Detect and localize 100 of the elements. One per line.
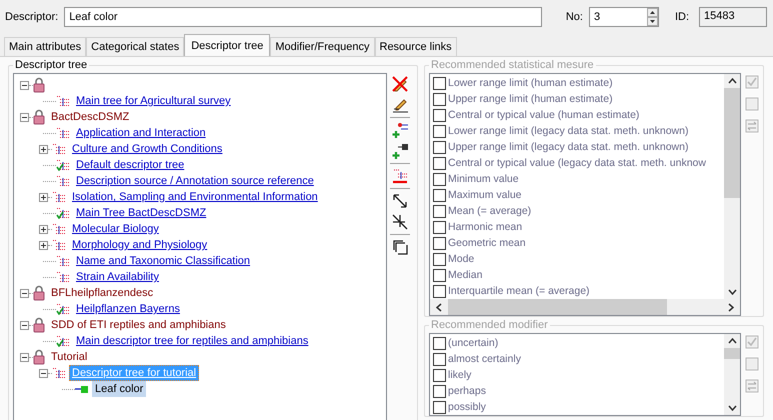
scroll-thumb[interactable] <box>724 348 740 359</box>
collapse-toggle[interactable] <box>39 368 48 378</box>
tab[interactable]: Modifier/Frequency <box>270 37 374 56</box>
tree-node[interactable]: Main Tree BactDescDSMZ <box>73 205 210 221</box>
collapse-toggle[interactable] <box>20 288 29 298</box>
checkbox[interactable] <box>433 352 446 366</box>
check-all-button[interactable] <box>745 75 759 89</box>
check-all-button[interactable] <box>745 335 759 349</box>
tree-node[interactable]: BFLheilpflanzendesc <box>48 285 156 301</box>
descriptor-input[interactable]: Leaf color <box>64 7 542 27</box>
copy-icon[interactable] <box>391 238 409 256</box>
tree-node[interactable]: Molecular Biology <box>69 221 162 237</box>
tab[interactable]: Categorical states <box>86 37 184 56</box>
group-title: Descriptor tree <box>14 59 88 71</box>
checkbox[interactable] <box>433 220 446 234</box>
scroll-up-icon[interactable] <box>728 338 736 344</box>
group-title: Recommended statistical mesure <box>430 59 595 71</box>
checkbox[interactable] <box>433 124 446 138</box>
tree-node[interactable]: Culture and Growth Conditions <box>69 141 226 157</box>
remove-tree-icon[interactable] <box>391 167 409 185</box>
checkbox[interactable] <box>433 400 446 414</box>
checkbox-label: Interquartile mean (= average) <box>448 285 590 297</box>
tree-node[interactable]: Leaf color <box>92 381 146 397</box>
checkbox[interactable] <box>433 204 446 218</box>
tree-node[interactable]: Description source / Annotation source reference <box>73 173 317 189</box>
tab[interactable]: Resource links <box>374 37 457 56</box>
checkbox-label: possibly <box>448 401 486 413</box>
expand-icon[interactable] <box>391 192 409 210</box>
padlock-icon <box>33 109 45 125</box>
expand-toggle[interactable] <box>39 240 48 250</box>
add-child-icon[interactable] <box>391 121 409 139</box>
checkbox-label: (uncertain) <box>448 337 498 349</box>
uncheck-all-button[interactable] <box>745 97 759 111</box>
padlock-icon <box>33 77 45 93</box>
tree-node[interactable]: SDD of ETI reptiles and amphibians <box>48 317 229 333</box>
expand-toggle[interactable] <box>39 192 48 202</box>
tab[interactable]: Main attributes <box>4 37 86 56</box>
number-spinner[interactable]: 3 <box>588 7 659 27</box>
collapse-toggle[interactable] <box>20 112 29 122</box>
checkbox[interactable] <box>433 140 446 154</box>
number-label: No: <box>566 11 583 23</box>
checkbox[interactable] <box>433 92 446 106</box>
checkbox-label: Central or typical value (human estimate) <box>448 109 640 121</box>
checkbox[interactable] <box>433 156 446 170</box>
checkbox[interactable] <box>433 336 446 350</box>
checkbox-label: Upper range limit (human estimate) <box>448 93 613 105</box>
collapse-icon[interactable] <box>391 213 409 231</box>
checkbox-label: Central or typical value (legacy data stat. meth. unknow <box>448 157 706 169</box>
scroll-left-icon[interactable] <box>436 302 442 312</box>
checkbox-label: Minimum value <box>448 173 519 185</box>
checkbox[interactable] <box>433 268 446 282</box>
descriptor-node-icon <box>75 384 89 394</box>
scroll-right-icon[interactable] <box>728 302 734 312</box>
checkbox[interactable] <box>433 108 446 122</box>
collapse-toggle[interactable] <box>20 352 29 362</box>
checkbox-label: Lower range limit (human estimate) <box>448 77 613 89</box>
scroll-down-icon[interactable] <box>728 405 736 411</box>
tree-node[interactable]: Morphology and Physiology <box>69 237 210 253</box>
tree-node[interactable]: Strain Availability <box>73 269 162 285</box>
checkbox[interactable] <box>433 252 446 266</box>
checkbox[interactable] <box>433 368 446 382</box>
checkbox[interactable] <box>433 384 446 398</box>
checkbox-label: Maximum value <box>448 189 522 201</box>
scroll-thumb[interactable] <box>448 299 668 315</box>
vertical-scrollbar[interactable] <box>724 334 740 415</box>
tree-node[interactable]: Default descriptor tree <box>73 157 188 173</box>
tree-node[interactable]: BactDescDSMZ <box>48 109 132 125</box>
tab[interactable]: Descriptor tree <box>184 34 270 56</box>
collapse-toggle[interactable] <box>20 320 29 330</box>
uncheck-all-button[interactable] <box>745 357 759 371</box>
checkbox[interactable] <box>433 76 446 90</box>
checkbox[interactable] <box>433 236 446 250</box>
checkbox-label: Mode <box>448 253 474 265</box>
tree-node[interactable]: Tutorial <box>48 349 90 365</box>
tree-node[interactable]: Isolation, Sampling and Environmental Information <box>69 189 321 205</box>
checkbox-label: Upper range limit (legacy data stat. meth. unknown) <box>448 141 688 153</box>
tree-node[interactable]: Application and Interaction <box>73 125 209 141</box>
checkbox-label: almost certainly <box>448 353 521 365</box>
checkbox-label: Mean (= average) <box>448 205 532 217</box>
scroll-thumb[interactable] <box>724 88 740 198</box>
tree-node[interactable]: Name and Taxonomic Classification <box>73 253 254 269</box>
checkbox[interactable] <box>433 172 446 186</box>
horizontal-scrollbar[interactable] <box>430 299 740 315</box>
delete-icon[interactable] <box>391 75 409 93</box>
expand-toggle[interactable] <box>39 144 48 154</box>
id-field: 15483 <box>699 7 767 27</box>
tree-node[interactable]: Main descriptor tree for reptiles and amphibians <box>73 333 312 349</box>
checkbox[interactable] <box>433 284 446 298</box>
checkbox-label: Harmonic mean <box>448 221 522 233</box>
tree-node[interactable]: Main tree for Agricultural survey <box>73 93 234 109</box>
expand-toggle[interactable] <box>39 224 48 234</box>
scroll-down-icon[interactable] <box>728 289 736 295</box>
id-label: ID: <box>674 11 689 23</box>
collapse-toggle[interactable] <box>20 80 29 90</box>
group-title: Recommended modifier <box>430 319 549 331</box>
checkbox[interactable] <box>433 188 446 202</box>
tree-node[interactable]: Heilpflanzen Bayerns <box>73 301 183 317</box>
vertical-scrollbar[interactable] <box>724 74 740 299</box>
add-descriptor-icon[interactable] <box>391 142 409 160</box>
scroll-up-icon[interactable] <box>728 78 736 84</box>
